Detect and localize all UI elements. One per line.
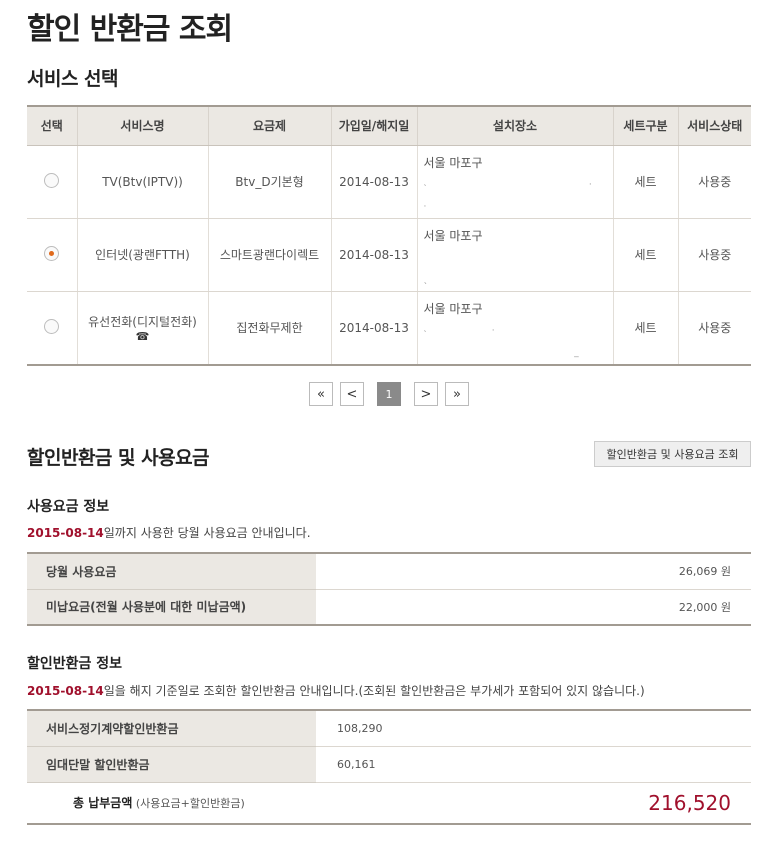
col-header-status: 서비스상태 [677,105,751,146]
service-name: 유선전화(디지털전화) [88,314,197,329]
refund-notice-text: 일을 해지 기준일로 조회한 할인반환금 안내입니다.(조회된 할인반환금은 부… [103,684,645,698]
service-address: 서울 마포구 ˴ · · [416,145,613,219]
address-text: 서울 마포구 [423,228,483,243]
service-status: 사용중 [677,291,751,366]
masked-address: ˴ · _ [423,325,581,358]
service-plan: Btv_D기본형 [207,145,331,219]
service-set-type: 세트 [612,145,678,219]
col-header-service-name: 서비스명 [76,105,208,146]
usage-notice-text: 일까지 사용한 당월 사용요금 안내입니다. [103,526,311,540]
service-set-type: 세트 [612,291,678,366]
service-status: 사용중 [677,218,751,292]
service-status: 사용중 [677,145,751,219]
total-amount-cell: 216,520 [316,782,751,825]
info-value: 108,290 [316,709,751,747]
service-address: 서울 마포구 ˎ [416,218,633,292]
total-label: 총 납부금액 [73,796,133,811]
table-row: 당월 사용요금 26,069 원 [27,552,751,590]
service-name: TV(Btv(IPTV)) [76,145,208,219]
col-header-set-type: 세트구분 [612,105,678,146]
col-header-date: 가입일/해지일 [330,105,417,146]
refund-notice-date: 2015-08-14 [27,684,104,698]
service-date: 2014-08-13 [330,291,417,366]
masked-address: ˴ · · [423,179,604,212]
info-value: 22,000 원 [316,589,751,626]
service-name: 인터넷(광랜FTTH) [76,218,208,292]
masked-address: ˎ [423,252,633,285]
service-section-title: 서비스 선택 [27,68,119,90]
total-label-cell: 총 납부금액 (사용요금+할인반환금) [27,782,316,825]
service-date: 2014-08-13 [330,218,417,292]
table-row[interactable]: 인터넷(광랜FTTH) 스마트광랜다이렉트 2014-08-13 서울 마포구 … [27,218,751,292]
first-page-button[interactable]: « [309,382,333,406]
table-row[interactable]: 유선전화(디지털전화) ☎ 집전화무제한 2014-08-13 서울 마포구 ˴… [27,291,751,366]
info-label: 서비스정기계약할인반환금 [27,709,316,747]
address-text: 서울 마포구 [423,301,483,316]
current-page[interactable]: 1 [377,382,401,406]
prev-page-button[interactable]: < [340,382,364,406]
address-text: 서울 마포구 [423,155,483,170]
service-radio-selected[interactable] [44,245,60,261]
col-header-select: 선택 [27,105,77,146]
page-title: 할인 반환금 조회 [27,12,233,47]
info-label: 당월 사용요금 [27,552,316,590]
service-name-cell: 유선전화(디지털전화) ☎ [76,291,208,366]
col-header-address: 설치장소 [416,105,613,146]
usage-info-table: 당월 사용요금 26,069 원 미납요금(전월 사용분에 대한 미납금액) 2… [27,552,751,626]
refund-section-title: 할인반환금 및 사용요금 [27,447,210,469]
table-row: 임대단말 할인반환금 60,161 [27,746,751,783]
total-row: 총 납부금액 (사용요금+할인반환금) 216,520 [27,782,751,825]
info-label: 임대단말 할인반환금 [27,746,316,783]
service-plan: 집전화무제한 [207,291,331,366]
pagination: « < 1 > » [309,382,476,406]
info-value: 26,069 원 [316,552,751,590]
service-date: 2014-08-13 [330,145,417,219]
refund-notice: 2015-08-14일을 해지 기준일로 조회한 할인반환금 안내입니다.(조회… [27,682,645,699]
refund-info-title: 할인반환금 정보 [27,656,123,672]
info-value: 60,161 [316,746,751,783]
service-table-header: 선택 서비스명 요금제 가입일/해지일 설치장소 세트구분 서비스상태 [27,105,751,146]
last-page-button[interactable]: » [445,382,469,406]
col-header-plan: 요금제 [207,105,331,146]
refund-info-table: 서비스정기계약할인반환금 108,290 임대단말 할인반환금 60,161 총… [27,709,751,825]
usage-info-title: 사용요금 정보 [27,499,110,515]
query-refund-button[interactable]: 할인반환금 및 사용요금 조회 [594,441,751,467]
service-plan: 스마트광랜다이렉트 [207,218,331,292]
table-row: 미납요금(전월 사용분에 대한 미납금액) 22,000 원 [27,589,751,626]
table-row[interactable]: TV(Btv(IPTV)) Btv_D기본형 2014-08-13 서울 마포구… [27,145,751,219]
usage-notice: 2015-08-14일까지 사용한 당월 사용요금 안내입니다. [27,524,311,541]
service-radio[interactable] [44,172,60,188]
service-radio[interactable] [44,318,60,334]
table-row: 서비스정기계약할인반환금 108,290 [27,709,751,747]
info-label: 미납요금(전월 사용분에 대한 미납금액) [27,589,316,626]
service-address: 서울 마포구 ˴ · _ [416,291,613,366]
service-table: 선택 서비스명 요금제 가입일/해지일 설치장소 세트구분 서비스상태 TV(B… [27,105,751,366]
next-page-button[interactable]: > [414,382,438,406]
total-note: (사용요금+할인반환금) [135,797,245,811]
phone-icon: ☎ [135,329,150,343]
total-amount: 216,520 [648,790,731,815]
usage-notice-date: 2015-08-14 [27,526,104,540]
